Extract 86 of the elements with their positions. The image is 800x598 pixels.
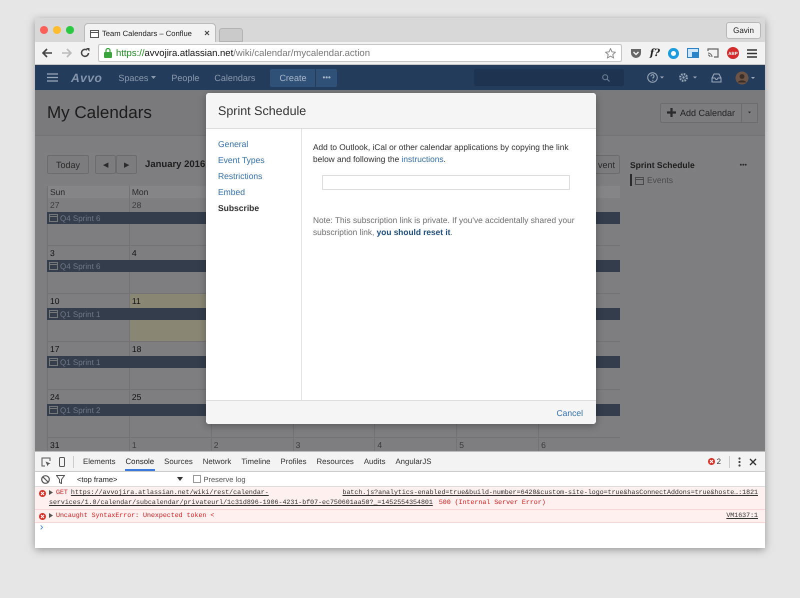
menu-icon[interactable] <box>747 48 757 58</box>
settings-icon[interactable] <box>678 72 698 83</box>
close-icon[interactable] <box>204 30 210 36</box>
dialog-menu-item[interactable]: General <box>218 139 301 149</box>
date-number: 31 <box>50 440 60 451</box>
lock-icon <box>104 48 112 58</box>
date-number: 5 <box>459 440 464 451</box>
dialog-title: Sprint Schedule <box>218 104 306 118</box>
extension-button[interactable]: f? <box>650 48 660 58</box>
calendar-icon <box>49 310 58 318</box>
url-text: https://avvojira.atlassian.net/wiki/calendar/mycalendar.action <box>116 48 371 58</box>
nav-link[interactable]: Calendars <box>214 72 256 82</box>
dialog-menu-item[interactable]: Event Types <box>218 155 301 165</box>
dialog-menu-item[interactable]: Restrictions <box>218 171 301 181</box>
caret-icon <box>748 111 751 114</box>
address-field[interactable]: https://avvojira.atlassian.net/wiki/calendar/mycalendar.action <box>98 44 622 62</box>
more-icon[interactable] <box>738 456 741 466</box>
inspect-icon[interactable] <box>41 456 51 466</box>
caret-icon[interactable] <box>151 76 156 79</box>
month-label: January 2016 <box>145 159 206 170</box>
dialog-menu-item[interactable]: Subscribe <box>218 203 301 213</box>
nav-link[interactable]: People <box>171 72 200 82</box>
device-icon[interactable] <box>59 456 65 466</box>
help-icon[interactable] <box>647 72 665 83</box>
caret-icon <box>177 477 184 481</box>
expand-icon[interactable] <box>49 490 53 495</box>
date-number: 10 <box>50 296 60 307</box>
date-number: 1 <box>132 440 137 451</box>
filter-icon[interactable] <box>56 474 65 484</box>
calendar-icon <box>49 358 58 366</box>
date-number: 3 <box>296 440 300 451</box>
cancel-link[interactable]: Cancel <box>556 408 583 418</box>
console-prompt[interactable]: › <box>40 522 44 533</box>
note-text: Note: This subscription link is private. If you've accidentally shared your subscription link, you should reset it. <box>313 214 576 239</box>
reset-link[interactable]: you should reset it <box>376 227 450 238</box>
clear-icon[interactable] <box>41 474 50 484</box>
calendar-name[interactable]: Sprint Schedule <box>630 160 695 170</box>
date-number: 4 <box>377 440 382 451</box>
cast-icon[interactable] <box>707 48 719 58</box>
ring-icon[interactable] <box>668 48 679 58</box>
subscription-link-field[interactable] <box>322 174 570 190</box>
search-field[interactable] <box>474 69 624 86</box>
calendar-icon <box>49 262 58 270</box>
instructions-link[interactable]: instructions <box>402 154 444 164</box>
today-button[interactable]: Today <box>47 155 90 174</box>
nav-link[interactable]: Spaces <box>118 72 148 82</box>
date-number: 6 <box>541 440 546 451</box>
weekday-label: Mon <box>132 187 148 197</box>
calendar-icon <box>90 28 99 38</box>
error-icon <box>708 458 715 465</box>
calendar-icon <box>635 176 644 184</box>
date-number: 28 <box>132 200 142 211</box>
plus-icon <box>666 108 676 117</box>
checkbox[interactable] <box>193 475 202 483</box>
dialog-menu-item[interactable]: Embed <box>218 187 301 197</box>
date-number: 24 <box>50 392 60 403</box>
star-icon[interactable] <box>604 48 616 58</box>
date-number: 3 <box>50 248 55 259</box>
error-icon <box>39 513 46 520</box>
date-number: 11 <box>132 296 141 307</box>
search-icon <box>602 74 610 82</box>
reload-icon[interactable] <box>80 48 90 58</box>
calendar-icon <box>49 406 58 414</box>
more-button[interactable]: ••• <box>315 68 337 86</box>
notifications-icon[interactable] <box>711 72 722 82</box>
close-icon[interactable] <box>749 458 757 466</box>
pocket-icon[interactable] <box>630 48 642 58</box>
instructions-text: Add to Outlook, iCal or other calendar applications by copying the link below and following the instructions. <box>313 141 570 166</box>
date-number: 25 <box>132 392 142 403</box>
logo[interactable]: Avvo <box>71 70 102 84</box>
menu-icon[interactable] <box>47 73 58 82</box>
page-title: My Calendars <box>47 102 152 122</box>
add-calendar-button[interactable]: Add Calendar <box>660 102 742 122</box>
date-number: 17 <box>50 344 60 355</box>
weekday-label: Sun <box>50 187 66 197</box>
calendar-icon <box>49 214 58 222</box>
back-icon[interactable] <box>42 48 53 58</box>
create-button[interactable]: Create <box>270 68 316 86</box>
date-number: 18 <box>132 344 142 355</box>
window-icon[interactable] <box>687 48 699 58</box>
expand-icon[interactable] <box>49 513 53 518</box>
date-number: 27 <box>50 200 60 211</box>
profile-button[interactable]: Gavin <box>726 22 761 38</box>
date-number: 2 <box>214 440 218 451</box>
date-number: 4 <box>132 248 137 259</box>
error-icon <box>39 490 46 497</box>
